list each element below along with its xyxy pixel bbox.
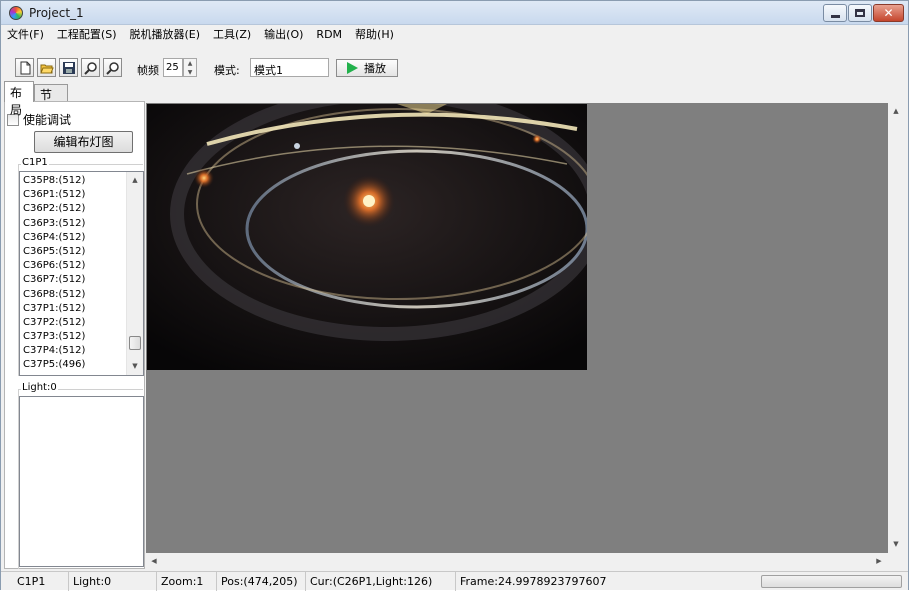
status-frame: Frame:24.9978923797607 [460, 575, 607, 588]
list-item[interactable]: C35P8:(512) [23, 174, 85, 188]
status-zoom: Zoom:1 [157, 572, 217, 591]
enable-debug-label: 使能调试 [23, 113, 72, 127]
play-button-label: 播放 [364, 62, 386, 75]
menu-project-config[interactable]: 工程配置(S) [57, 26, 117, 42]
list-item[interactable]: C36P6:(512) [23, 259, 85, 273]
toolbar: 帧频 25 ▲ ▼ 模式: 模式1 播放 [1, 43, 908, 81]
menu-bar: 文件(F) 工程配置(S) 脱机播放器(E) 工具(Z) 输出(O) RDM 帮… [1, 25, 908, 43]
list-item[interactable]: C36P7:(512) [23, 273, 85, 287]
canvas-scroll-left-icon[interactable]: ◀ [146, 553, 162, 570]
list-item[interactable]: C36P8:(512) [23, 288, 85, 302]
menu-help[interactable]: 帮助(H) [355, 26, 394, 42]
tab-program[interactable]: 节目 [34, 84, 68, 119]
minimize-button[interactable] [823, 4, 847, 22]
list-item[interactable]: C36P1:(512) [23, 188, 85, 202]
list-item[interactable]: C36P2:(512) [23, 202, 85, 216]
scrollbar-corner [888, 553, 905, 570]
canvas-scroll-up-icon[interactable]: ▲ [888, 103, 904, 120]
port-listbox[interactable]: C35P8:(512) C36P1:(512) C36P2:(512) C36P3:(… [19, 171, 144, 376]
new-file-icon [20, 61, 30, 74]
window-title: Project_1 [29, 6, 84, 20]
maximize-button[interactable] [848, 4, 872, 22]
close-button[interactable]: ✕ [873, 4, 904, 22]
canvas-horizontal-scrollbar[interactable]: ◀ ▶ [146, 553, 888, 570]
mode-field[interactable]: 模式1 [250, 58, 329, 77]
zoom-in-button[interactable] [81, 58, 100, 77]
list-item[interactable]: C37P5:(496) [23, 358, 85, 372]
mode-label: 模式: [214, 64, 240, 77]
scroll-thumb[interactable] [129, 336, 141, 351]
canvas-vertical-scrollbar[interactable]: ▲ ▼ [888, 103, 905, 553]
play-icon [347, 62, 358, 74]
scroll-up-icon[interactable]: ▲ [127, 172, 143, 189]
app-logo-icon [9, 6, 23, 20]
application-window: Project_1 ✕ 文件(F) 工程配置(S) 脱机播放器(E) 工具(Z)… [0, 0, 909, 591]
port-list: C35P8:(512) C36P1:(512) C36P2:(512) C36P3:(… [23, 174, 85, 373]
status-progress-bar [761, 575, 902, 588]
list-item[interactable]: C36P4:(512) [23, 231, 85, 245]
port-group-label: C1P1 [21, 157, 49, 168]
edit-layout-button[interactable]: 编辑布灯图 [34, 131, 133, 153]
zoom-in-icon [83, 61, 97, 75]
video-preview[interactable] [147, 104, 587, 370]
list-item[interactable]: C36P5:(512) [23, 245, 85, 259]
new-file-button[interactable] [15, 58, 34, 77]
menu-output[interactable]: 输出(O) [264, 26, 303, 42]
save-icon [62, 61, 75, 74]
open-folder-icon [39, 64, 54, 73]
status-port: C1P1 [13, 572, 69, 591]
frame-rate-stepper[interactable]: ▲ ▼ [183, 58, 197, 77]
light-group-label: Light:0 [21, 382, 58, 393]
open-folder-button[interactable] [37, 58, 56, 77]
list-item[interactable]: C36P3:(512) [23, 217, 85, 231]
list-item[interactable]: C37P2:(512) [23, 316, 85, 330]
frame-rate-label: 帧频 [137, 64, 159, 77]
light-flare-image [147, 104, 587, 370]
stepper-down-icon[interactable]: ▼ [184, 68, 196, 77]
menu-tools[interactable]: 工具(Z) [213, 26, 251, 42]
list-item[interactable]: C37P3:(512) [23, 330, 85, 344]
frame-rate-input[interactable]: 25 [163, 58, 183, 77]
title-bar[interactable]: Project_1 ✕ [1, 1, 908, 25]
status-bar: C1P1 Light:0 Zoom:1 Pos:(474,205) Cur:(C… [1, 571, 908, 591]
list-item[interactable]: C37P1:(512) [23, 302, 85, 316]
list-scrollbar[interactable]: ▲ ▼ [126, 172, 143, 375]
maximize-icon [855, 9, 865, 17]
scroll-down-icon[interactable]: ▼ [127, 358, 143, 375]
tab-layout[interactable]: 布局 [4, 81, 34, 117]
zoom-out-button[interactable] [103, 58, 122, 77]
status-cursor: Cur:(C26P1,Light:126) [306, 572, 456, 591]
canvas-scroll-down-icon[interactable]: ▼ [888, 536, 904, 553]
status-position: Pos:(474,205) [217, 572, 306, 591]
close-icon: ✕ [883, 6, 894, 20]
menu-rdm[interactable]: RDM [316, 28, 342, 41]
menu-offline-player[interactable]: 脱机播放器(E) [130, 26, 201, 42]
status-light: Light:0 [69, 572, 157, 591]
minimize-icon [830, 14, 840, 18]
canvas-scroll-right-icon[interactable]: ▶ [871, 553, 887, 570]
zoom-out-icon [105, 61, 119, 75]
save-button[interactable] [59, 58, 78, 77]
menu-file[interactable]: 文件(F) [7, 26, 44, 42]
stepper-up-icon[interactable]: ▲ [184, 59, 196, 68]
light-listbox[interactable] [19, 396, 144, 567]
play-button[interactable]: 播放 [336, 59, 398, 77]
list-item[interactable]: C37P4:(512) [23, 344, 85, 358]
